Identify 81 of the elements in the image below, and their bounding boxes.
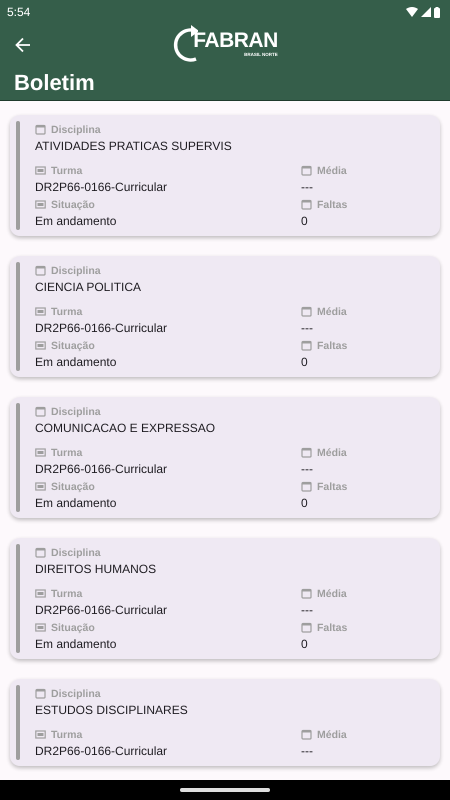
field-value: --- — [301, 320, 314, 337]
field-label: Turma — [51, 728, 82, 740]
grade-card[interactable]: Disciplina ESTUDOS DISCIPLINARES Turma DR2P66-0166-Curricular Média --- — [10, 679, 440, 766]
clock: 5:54 — [7, 5, 30, 19]
field-label: Média — [317, 306, 347, 318]
wifi-icon — [406, 7, 418, 17]
field-label: Situação — [51, 480, 95, 492]
calendar-icon — [35, 547, 46, 558]
field-label: Média — [317, 446, 347, 458]
field-value: --- — [301, 461, 314, 478]
id-card-icon — [35, 199, 46, 210]
id-card-icon — [35, 447, 46, 458]
id-card-icon — [35, 622, 46, 633]
field-value: ATIVIDADES PRATICAS SUPERVIS — [35, 138, 233, 155]
field-value: CIENCIA POLITICA — [35, 279, 142, 296]
field-label: Turma — [51, 588, 82, 600]
calendar-icon — [301, 165, 312, 176]
field-label: Disciplina — [51, 264, 101, 276]
home-handle[interactable] — [180, 788, 270, 792]
field-value: 0 — [301, 636, 309, 653]
grade-card[interactable]: Disciplina COMUNICACAO E EXPRESSAO Turma DR2P66-0166-Curricular Situação Em andamento Média --- Faltas 0 — [10, 397, 440, 518]
grade-card[interactable]: Disciplina CIENCIA POLITICA Turma DR2P66-0166-Curricular Situação Em andamento Média --- Faltas 0 — [10, 256, 440, 377]
page-title: Boletim — [13, 69, 96, 96]
field-label: Faltas — [317, 480, 348, 492]
field-label: Turma — [51, 306, 82, 318]
calendar-icon — [301, 306, 312, 317]
field-label: Média — [317, 588, 347, 600]
field-label: Situação — [51, 622, 95, 634]
grade-card[interactable]: Disciplina ATIVIDADES PRATICAS SUPERVIS Turma DR2P66-0166-Curricular Situação Em andamento Média --- Faltas 0 — [10, 115, 440, 236]
id-card-icon — [35, 165, 46, 176]
field-label: Situação — [51, 198, 95, 210]
field-value: --- — [301, 179, 314, 196]
field-value: DIREITOS HUMANOS — [35, 561, 158, 578]
calendar-icon — [35, 688, 46, 699]
calendar-icon — [301, 447, 312, 458]
field-value: Em andamento — [35, 354, 118, 371]
id-card-icon — [35, 306, 46, 317]
field-value: DR2P66-0166-Curricular — [35, 179, 168, 196]
calendar-icon — [35, 124, 46, 135]
field-value: Em andamento — [35, 495, 118, 512]
field-value: 0 — [301, 213, 309, 230]
battery-icon — [434, 6, 440, 18]
field-value: DR2P66-0166-Curricular — [35, 461, 168, 478]
id-card-icon — [35, 481, 46, 492]
field-value: --- — [301, 743, 314, 760]
field-value: 0 — [301, 495, 309, 512]
grade-card[interactable]: Disciplina DIREITOS HUMANOS Turma DR2P66-0166-Curricular Situação Em andamento Média --- Faltas 0 — [10, 538, 440, 659]
field-value: 0 — [301, 354, 309, 371]
calendar-icon — [301, 481, 312, 492]
logo-text: FABRAN — [193, 30, 278, 52]
field-label: Faltas — [317, 198, 348, 210]
field-label: Faltas — [317, 340, 348, 352]
field-label: Disciplina — [51, 688, 101, 700]
field-label: Situação — [51, 340, 95, 352]
field-value: DR2P66-0166-Curricular — [35, 602, 168, 619]
id-card-icon — [35, 729, 46, 740]
field-label: Média — [317, 728, 347, 740]
calendar-icon — [301, 199, 312, 210]
field-value: DR2P66-0166-Curricular — [35, 743, 168, 760]
field-value: --- — [301, 602, 314, 619]
calendar-icon — [301, 588, 312, 599]
id-card-icon — [35, 588, 46, 599]
field-label: Turma — [51, 164, 82, 176]
field-value: Em andamento — [35, 213, 118, 230]
signal-icon — [421, 7, 431, 17]
field-label: Disciplina — [51, 546, 101, 558]
field-value: DR2P66-0166-Curricular — [35, 320, 168, 337]
field-label: Disciplina — [51, 406, 101, 418]
calendar-icon — [35, 265, 46, 276]
field-value: Em andamento — [35, 636, 118, 653]
id-card-icon — [35, 340, 46, 351]
calendar-icon — [301, 729, 312, 740]
field-label: Disciplina — [51, 124, 101, 136]
field-label: Média — [317, 164, 347, 176]
calendar-icon — [301, 340, 312, 351]
field-label: Turma — [51, 446, 82, 458]
calendar-icon — [301, 622, 312, 633]
calendar-icon — [35, 406, 46, 417]
field-value: COMUNICACAO E EXPRESSAO — [35, 420, 216, 437]
field-label: Faltas — [317, 622, 348, 634]
field-value: ESTUDOS DISCIPLINARES — [35, 702, 189, 719]
